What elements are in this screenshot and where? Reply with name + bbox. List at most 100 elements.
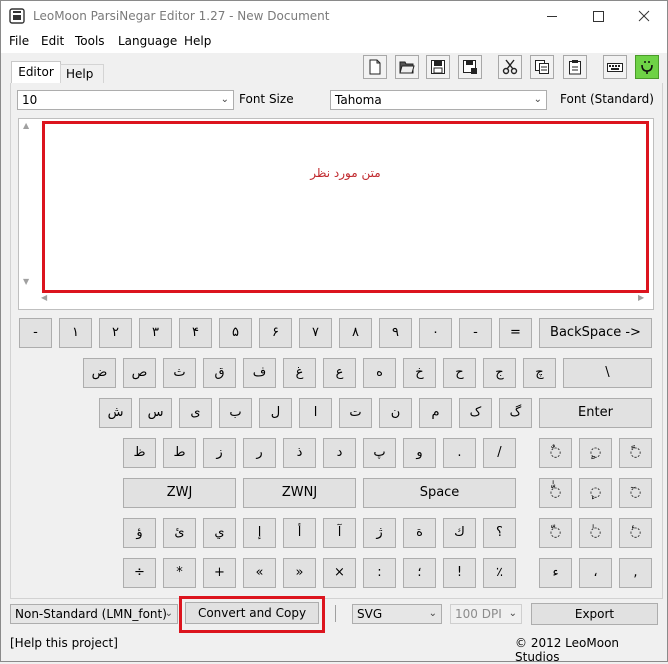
- key[interactable]: ۵: [219, 318, 252, 348]
- key[interactable]: ی: [179, 398, 212, 428]
- tab-help[interactable]: Help: [60, 64, 104, 83]
- key[interactable]: ء: [539, 558, 572, 588]
- diacritic-key[interactable]: ◌ٕ: [579, 478, 612, 508]
- key[interactable]: ظ: [123, 438, 156, 468]
- key[interactable]: -: [19, 318, 52, 348]
- key[interactable]: ×: [323, 558, 356, 588]
- menu-file[interactable]: File: [9, 34, 29, 48]
- key[interactable]: م: [419, 398, 452, 428]
- menu-help[interactable]: Help: [184, 34, 211, 48]
- keyboard-button[interactable]: [603, 55, 627, 79]
- close-button[interactable]: [621, 1, 667, 32]
- enter-key[interactable]: Enter: [539, 398, 652, 428]
- key[interactable]: ة: [403, 518, 436, 548]
- key[interactable]: :: [363, 558, 396, 588]
- key[interactable]: !: [443, 558, 476, 588]
- key[interactable]: ط: [163, 438, 196, 468]
- key[interactable]: ٨: [339, 318, 372, 348]
- key[interactable]: ف: [243, 358, 276, 388]
- key[interactable]: س: [139, 398, 172, 428]
- diacritic-key[interactable]: ◌ّٰ: [539, 478, 572, 508]
- key[interactable]: ش: [99, 398, 132, 428]
- tab-editor[interactable]: Editor: [11, 61, 61, 84]
- key[interactable]: گ: [499, 398, 532, 428]
- minimize-button[interactable]: [529, 1, 575, 32]
- key[interactable]: «: [243, 558, 276, 588]
- key[interactable]: ١: [59, 318, 92, 348]
- key[interactable]: ٢: [99, 318, 132, 348]
- key[interactable]: ع: [323, 358, 356, 388]
- diacritic-key[interactable]: ◌ٌ: [539, 438, 572, 468]
- key[interactable]: د: [323, 438, 356, 468]
- key[interactable]: ص: [123, 358, 156, 388]
- key[interactable]: و: [403, 438, 436, 468]
- key[interactable]: خ: [403, 358, 436, 388]
- key[interactable]: ض: [83, 358, 116, 388]
- key[interactable]: .: [443, 438, 476, 468]
- key[interactable]: ،: [579, 558, 612, 588]
- maximize-button[interactable]: [575, 1, 621, 32]
- export-button[interactable]: Export: [531, 603, 658, 625]
- font-size-select[interactable]: 10 ⌄: [17, 90, 234, 110]
- scroll-down-icon[interactable]: ▼: [23, 277, 29, 286]
- key[interactable]: »: [283, 558, 316, 588]
- zwnj-key[interactable]: ZWNJ: [243, 478, 356, 508]
- help-project-link[interactable]: [Help this project]: [10, 636, 118, 650]
- key[interactable]: ن: [379, 398, 412, 428]
- scroll-right-icon[interactable]: ▶: [638, 293, 644, 302]
- key[interactable]: ؛: [403, 558, 436, 588]
- persian-keyboard-toggle[interactable]: [635, 55, 659, 79]
- open-button[interactable]: [395, 55, 419, 79]
- format-select[interactable]: SVG ⌄: [352, 604, 442, 624]
- key[interactable]: =: [499, 318, 532, 348]
- key[interactable]: ÷: [123, 558, 156, 588]
- key[interactable]: -: [459, 318, 492, 348]
- zwj-key[interactable]: ZWJ: [123, 478, 236, 508]
- save-as-button[interactable]: [458, 55, 482, 79]
- text-editor[interactable]: متن مورد نظر: [42, 121, 649, 293]
- key[interactable]: چ: [523, 358, 556, 388]
- diacritic-key[interactable]: ◌ٍ: [579, 438, 612, 468]
- scroll-up-icon[interactable]: ▲: [23, 121, 29, 130]
- key[interactable]: غ: [283, 358, 316, 388]
- cut-button[interactable]: [498, 55, 522, 79]
- scroll-left-icon[interactable]: ◀: [41, 293, 47, 302]
- key[interactable]: *: [163, 558, 196, 588]
- backspace-key[interactable]: BackSpace ->: [539, 318, 652, 348]
- key[interactable]: ۴: [179, 318, 212, 348]
- key[interactable]: ز: [203, 438, 236, 468]
- key[interactable]: ب: [219, 398, 252, 428]
- key[interactable]: پ: [363, 438, 396, 468]
- save-button[interactable]: [426, 55, 450, 79]
- key[interactable]: ,: [619, 558, 652, 588]
- menu-edit[interactable]: Edit: [41, 34, 64, 48]
- key[interactable]: ا: [299, 398, 332, 428]
- diacritic-key[interactable]: ◌ٔ: [619, 518, 652, 548]
- new-document-button[interactable]: [363, 55, 387, 79]
- key[interactable]: إ: [243, 518, 276, 548]
- menu-language[interactable]: Language: [118, 34, 177, 48]
- key[interactable]: ٩: [379, 318, 412, 348]
- key[interactable]: ٣: [139, 318, 172, 348]
- key[interactable]: ؤ: [123, 518, 156, 548]
- key[interactable]: +: [203, 558, 236, 588]
- key[interactable]: ل: [259, 398, 292, 428]
- backslash-key[interactable]: \: [563, 358, 652, 388]
- diacritic-key[interactable]: ◌ٓ: [619, 478, 652, 508]
- key[interactable]: ٠: [419, 318, 452, 348]
- key[interactable]: ي: [203, 518, 236, 548]
- key[interactable]: ق: [203, 358, 236, 388]
- key[interactable]: ج: [483, 358, 516, 388]
- key[interactable]: ث: [163, 358, 196, 388]
- key[interactable]: ئ: [163, 518, 196, 548]
- key[interactable]: ك: [443, 518, 476, 548]
- paste-button[interactable]: [563, 55, 587, 79]
- copy-button[interactable]: [530, 55, 554, 79]
- key[interactable]: ت: [339, 398, 372, 428]
- diacritic-key[interactable]: ◌ّ: [539, 518, 572, 548]
- diacritic-key[interactable]: ◌ً: [619, 438, 652, 468]
- menu-tools[interactable]: Tools: [75, 34, 105, 48]
- key[interactable]: ذ: [283, 438, 316, 468]
- key[interactable]: ر: [243, 438, 276, 468]
- key[interactable]: ه: [363, 358, 396, 388]
